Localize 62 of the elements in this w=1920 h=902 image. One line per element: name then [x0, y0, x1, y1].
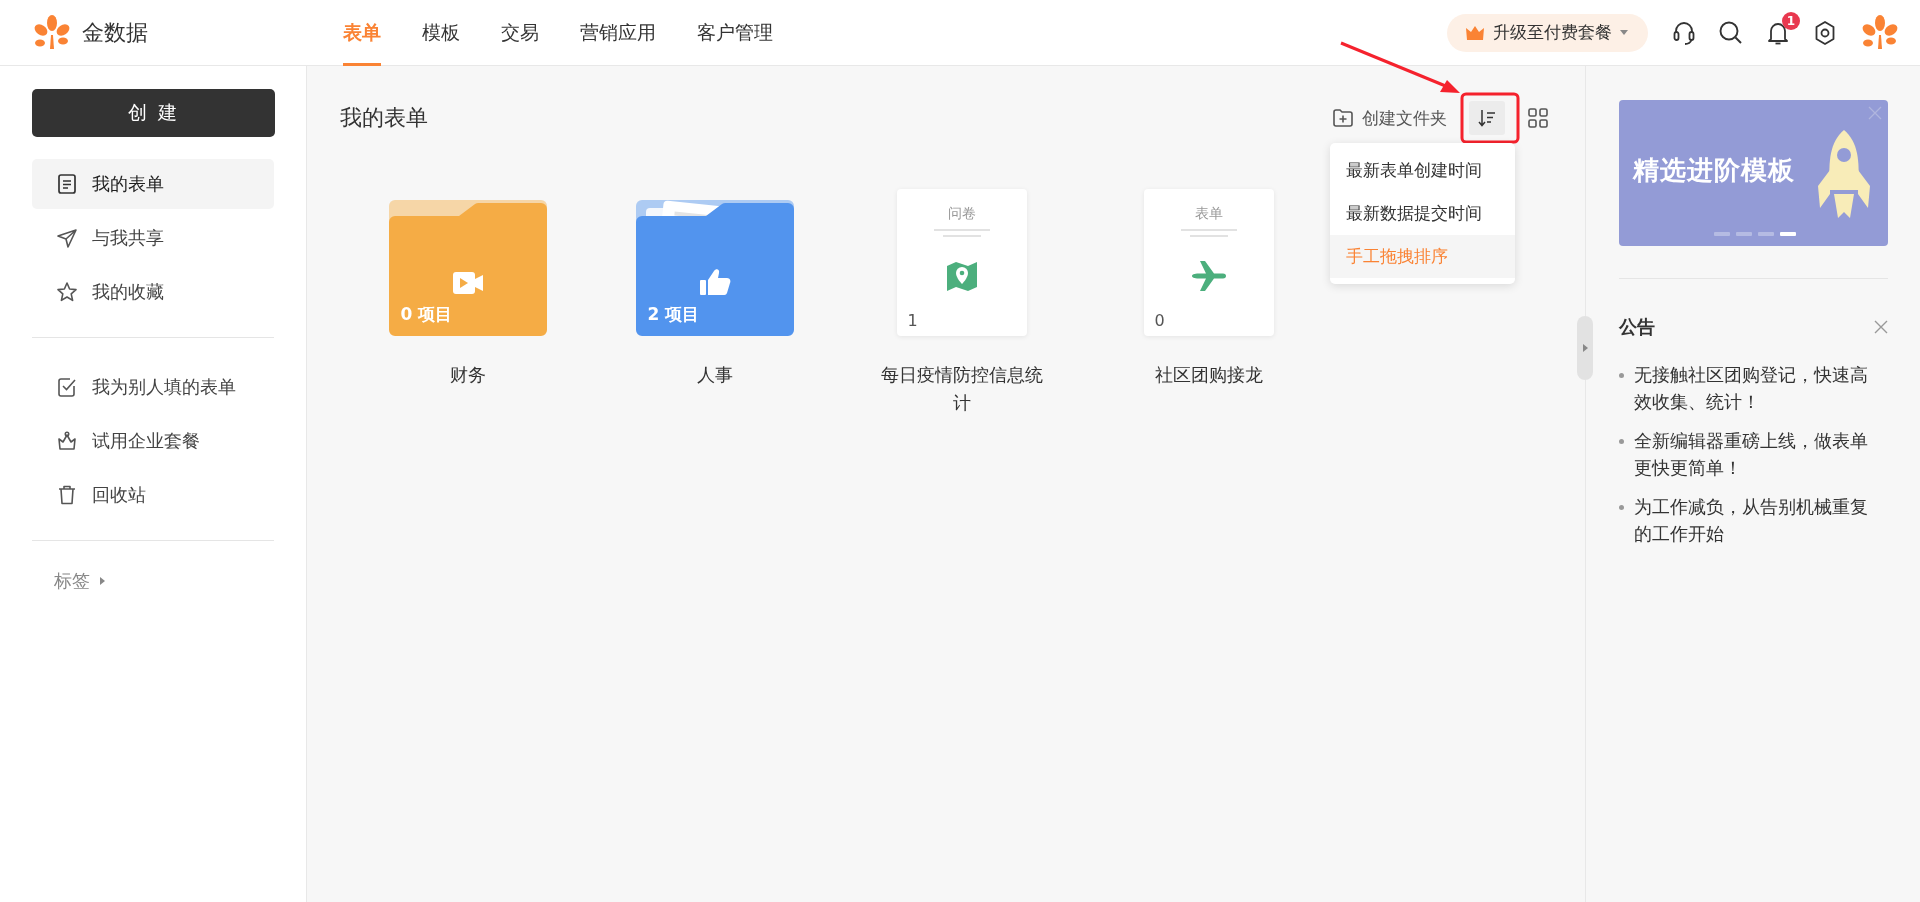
crown-icon	[56, 430, 78, 452]
form-type: 表单	[1194, 205, 1223, 223]
nav-tab[interactable]: 交易	[501, 0, 539, 66]
menu-item[interactable]: 最新表单创建时间	[1330, 149, 1515, 192]
create-button[interactable]: 创 建	[32, 89, 275, 137]
close-icon[interactable]	[1868, 106, 1882, 120]
item-name: 每日疫情防控信息统计	[879, 363, 1044, 415]
item-count: 0 项目	[400, 303, 453, 326]
announcement-text: 无接触社区团购登记，快速高效收集、统计！	[1634, 363, 1869, 414]
menu-item[interactable]: 最新数据提交时间	[1330, 192, 1515, 235]
form-type: 问卷	[947, 205, 976, 223]
crown-icon	[1465, 24, 1485, 41]
trash-icon	[56, 484, 78, 506]
video-icon	[452, 272, 483, 294]
map-pin-icon	[944, 259, 979, 293]
send-icon	[56, 227, 78, 249]
announcement-text: 全新编辑器重磅上线，做表单更快更简单！	[1634, 429, 1869, 480]
item-name: 财务	[448, 363, 487, 387]
folder-plus-icon	[1332, 108, 1354, 128]
sidebar-item[interactable]: 我的表单	[32, 159, 274, 209]
sidebar-item[interactable]: 我的收藏	[32, 267, 274, 317]
nav-tab[interactable]: 客户管理	[697, 0, 773, 66]
sort-button[interactable]	[1469, 101, 1505, 135]
tags-toggle[interactable]: 标签	[54, 569, 90, 593]
checkbox-icon	[56, 376, 78, 398]
document-icon	[56, 173, 78, 195]
nav-tab[interactable]: 营销应用	[580, 0, 656, 66]
announcement-title: 公告	[1619, 315, 1655, 339]
headset-icon[interactable]	[1672, 19, 1696, 46]
sidebar-item[interactable]: 试用企业套餐	[32, 416, 274, 466]
form-card[interactable]: 问卷 1	[896, 189, 1027, 336]
grid-view-button[interactable]	[1527, 107, 1549, 129]
collapse-handle[interactable]	[1577, 316, 1593, 380]
app-name: 金数据	[82, 18, 148, 47]
banner-title: 精选进阶模板	[1633, 154, 1795, 187]
thumbs-up-icon	[699, 269, 730, 295]
folder-drawing[interactable]	[388, 200, 547, 336]
notification-badge: 1	[1782, 11, 1800, 30]
announcement-text: 为工作减负，从告别机械重复的工作开始	[1634, 495, 1869, 546]
close-icon[interactable]	[1874, 320, 1888, 334]
form-card[interactable]: 表单 0	[1143, 189, 1274, 336]
item-count: 2 项目	[647, 303, 700, 326]
folder-drawing[interactable]	[635, 200, 794, 336]
sidebar-item[interactable]: 回收站	[32, 470, 274, 520]
nav-tab[interactable]: 模板	[422, 0, 460, 66]
sidebar-item[interactable]: 我为别人填的表单	[32, 362, 274, 412]
sidebar-item[interactable]: 与我共享	[32, 213, 274, 263]
expand-icon[interactable]	[100, 577, 105, 585]
page-title: 我的表单	[340, 104, 428, 132]
highlight-frame	[1460, 92, 1520, 144]
item-name: 人事	[695, 363, 734, 387]
submission-count: 0	[1154, 311, 1165, 330]
new-folder-button[interactable]: 创建文件夹	[1332, 106, 1447, 130]
search-icon[interactable]	[1718, 19, 1744, 46]
star-icon	[56, 281, 78, 303]
grid-icon	[1527, 107, 1549, 129]
item-name: 社区团购接龙	[1153, 363, 1264, 387]
submission-count: 1	[907, 311, 918, 330]
upgrade-button[interactable]: 升级至付费套餐	[1447, 13, 1648, 52]
caret-icon	[1620, 30, 1628, 35]
sort-icon	[1477, 108, 1497, 128]
airplane-icon	[1189, 259, 1228, 293]
